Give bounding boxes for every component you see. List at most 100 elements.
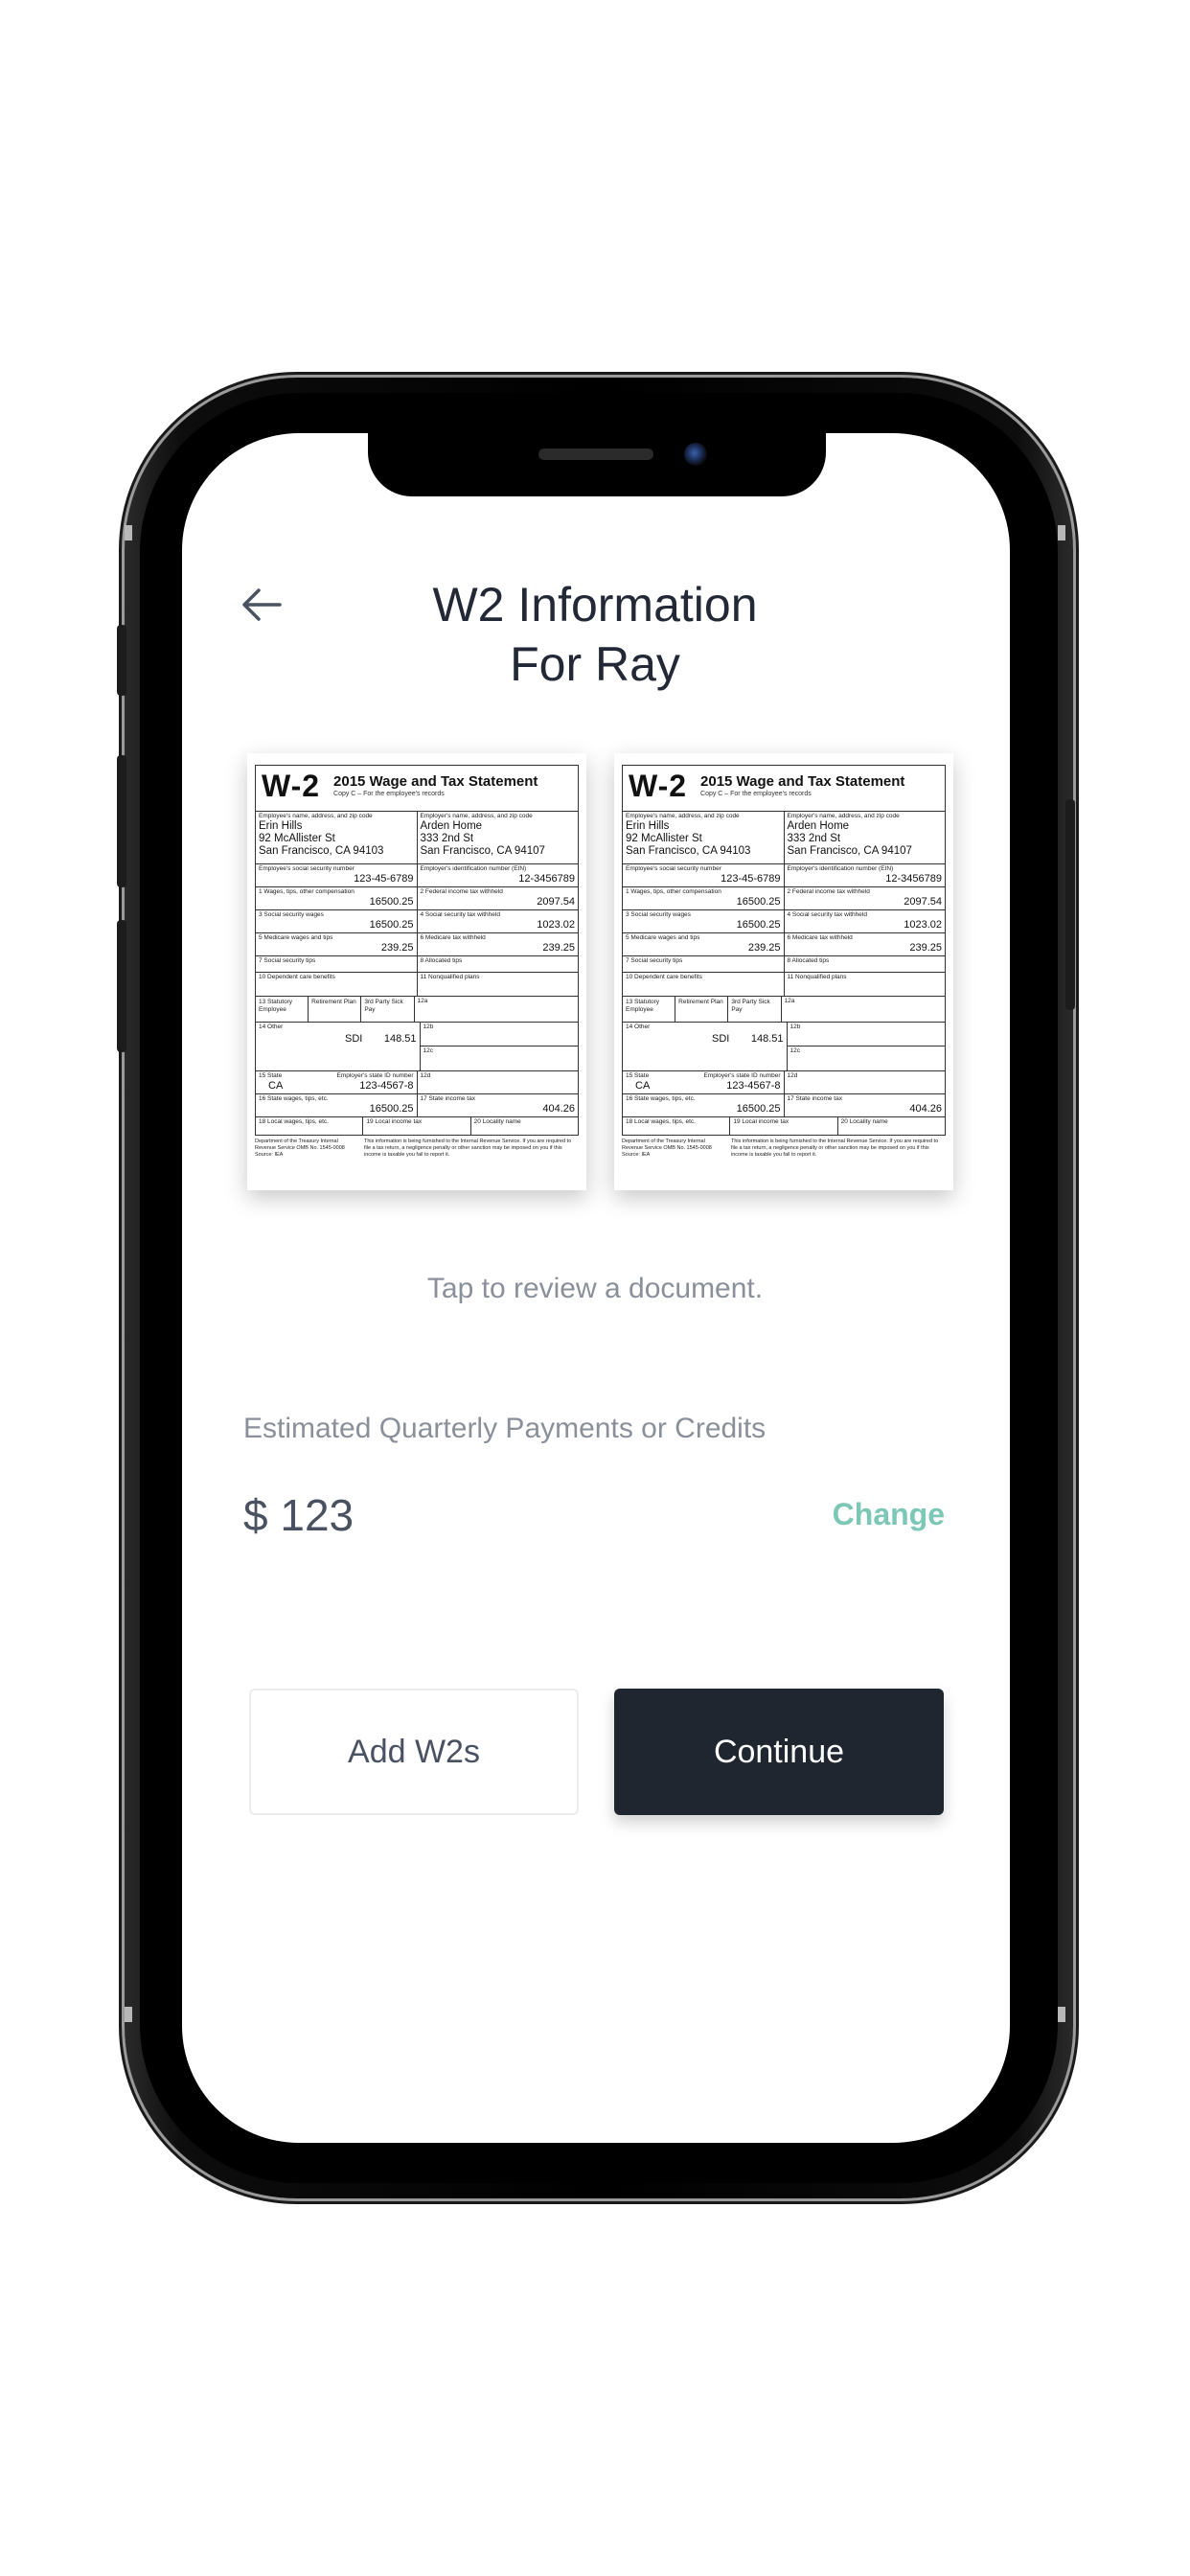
box14-code: SDI [345,1033,363,1045]
box20-label: 20 Locality name [840,1118,888,1125]
employer-street: 333 2nd St [787,833,841,844]
box11-label: 11 Nonqualified plans [420,974,480,980]
w2-footer: Department of the Treasury Internal Reve… [622,1138,946,1159]
box12d-label: 12d [420,1072,431,1079]
box15-id: 123-4567-8 [359,1080,414,1092]
box14-value: 148.51 [383,1033,417,1045]
box12c-label: 12c [790,1047,800,1054]
box12a-label: 12a [784,998,795,1004]
back-button[interactable] [238,581,286,629]
box5-label: 5 Medicare wages and tips [626,934,700,941]
w2-copy-note: Copy C – For the employee's records [700,791,812,797]
w2-footer-right: This information is being furnished to t… [364,1138,572,1158]
employer-city: San Francisco, CA 94107 [787,845,912,857]
employer-name: Arden Home [787,820,850,832]
box6-label: 6 Medicare tax withheld [420,934,486,941]
box15-state: CA [268,1080,284,1092]
box20-label: 20 Locality name [473,1118,521,1125]
change-link[interactable]: Change [833,1497,945,1532]
ssn-label: Employee's social security number [626,865,721,872]
power-button [1065,799,1075,1010]
box3-value: 16500.25 [369,919,414,931]
employee-street: 92 McAllister St [259,833,335,844]
w2-document-card[interactable]: W-2 2015 Wage and Tax Statement Copy C –… [247,753,586,1190]
employer-city: San Francisco, CA 94107 [420,845,545,857]
box4-value: 1023.02 [537,919,575,931]
employer-name: Arden Home [420,820,483,832]
box2-label: 2 Federal income tax withheld [420,888,503,895]
page-title: W2 Information For Ray [364,575,826,694]
box17-label: 17 State income tax [787,1095,842,1102]
box14-label: 14 Other [626,1024,651,1030]
estimated-payments-label: Estimated Quarterly Payments or Credits [243,1413,767,1444]
box3-value: 16500.25 [736,919,781,931]
box2-value: 2097.54 [904,896,942,908]
page-title-line1: W2 Information [432,578,758,632]
box8-label: 8 Allocated tips [420,957,463,964]
ein-value: 12-3456789 [518,873,575,885]
w2-form: W-2 2015 Wage and Tax Statement Copy C –… [622,765,946,1183]
box14-code: SDI [712,1033,730,1045]
box14-value: 148.51 [750,1033,784,1045]
review-hint: Tap to review a document. [426,1273,764,1304]
box5-value: 239.25 [380,942,414,954]
arrow-left-icon [242,588,282,621]
box15-label: 15 State [259,1072,283,1079]
box19-label: 19 Local income tax [733,1118,790,1125]
w2-form-code: W-2 [262,769,321,803]
box17-label: 17 State income tax [420,1095,475,1102]
employee-name: Erin Hills [626,820,670,832]
box1-value: 16500.25 [736,896,781,908]
box15-label: 15 State [626,1072,650,1079]
box6-label: 6 Medicare tax withheld [787,934,853,941]
w2-form: W-2 2015 Wage and Tax Statement Copy C –… [255,765,579,1183]
employee-address-label: Employee's name, address, and zip code [259,813,373,819]
w2-copy-note: Copy C – For the employee's records [333,791,445,797]
box4-value: 1023.02 [904,919,942,931]
box11-label: 11 Nonqualified plans [787,974,847,980]
box19-label: 19 Local income tax [366,1118,423,1125]
box15-id-label: Employer's state ID number [336,1072,414,1079]
box13-retirement: Retirement Plan [675,997,729,1022]
box13-statutory: 13 Statutory Employee [623,997,676,1022]
box18-label: 18 Local wages, tips, etc. [259,1118,329,1125]
ssn-value: 123-45-6789 [354,873,414,885]
box16-label: 16 State wages, tips, etc. [626,1095,696,1102]
box12b-label: 12b [420,1023,578,1046]
ein-label: Employer's identification number (EIN) [420,865,527,872]
box3-label: 3 Social security wages [259,911,324,918]
box13-sick-pay: 3rd Party Sick Pay [731,999,770,1013]
app-stage: W2 Information For Ray W-2 2015 Wage and… [0,0,1190,2576]
box16-value: 16500.25 [369,1103,414,1115]
box15-id: 123-4567-8 [726,1080,781,1092]
speaker-grille [538,448,653,460]
box13-sick-pay: 3rd Party Sick Pay [364,999,403,1013]
box6-value: 239.25 [542,942,575,954]
box1-label: 1 Wages, tips, other compensation [259,888,355,895]
box18-label: 18 Local wages, tips, etc. [626,1118,696,1125]
w2-header: W-2 2015 Wage and Tax Statement Copy C –… [255,765,579,811]
w2-document-card[interactable]: W-2 2015 Wage and Tax Statement Copy C –… [614,753,953,1190]
box13-retirement: Retirement Plan [309,997,362,1022]
box3-label: 3 Social security wages [626,911,691,918]
ssn-value: 123-45-6789 [721,873,781,885]
employer-address-label: Employer's name, address, and zip code [420,813,533,819]
box4-label: 4 Social security tax withheld [420,911,500,918]
w2-footer-right: This information is being furnished to t… [731,1138,939,1158]
page-title-line2: For Ray [510,637,680,691]
w2-footer-left: Department of the Treasury Internal Reve… [622,1138,712,1158]
antenna-band [1058,525,1065,540]
employee-city: San Francisco, CA 94103 [626,845,751,857]
ein-value: 12-3456789 [885,873,942,885]
box10-label: 10 Dependent care benefits [626,974,702,980]
ein-label: Employer's identification number (EIN) [787,865,894,872]
antenna-band [1058,2007,1065,2022]
continue-button[interactable]: Continue [614,1689,944,1815]
add-w2s-button[interactable]: Add W2s [249,1689,579,1815]
employer-address-label: Employer's name, address, and zip code [787,813,900,819]
volume-up-button [117,755,126,887]
w2-heading: 2015 Wage and Tax Statement [333,773,538,790]
employee-street: 92 McAllister St [626,833,702,844]
box6-value: 239.25 [909,942,942,954]
box12d-label: 12d [787,1072,798,1079]
